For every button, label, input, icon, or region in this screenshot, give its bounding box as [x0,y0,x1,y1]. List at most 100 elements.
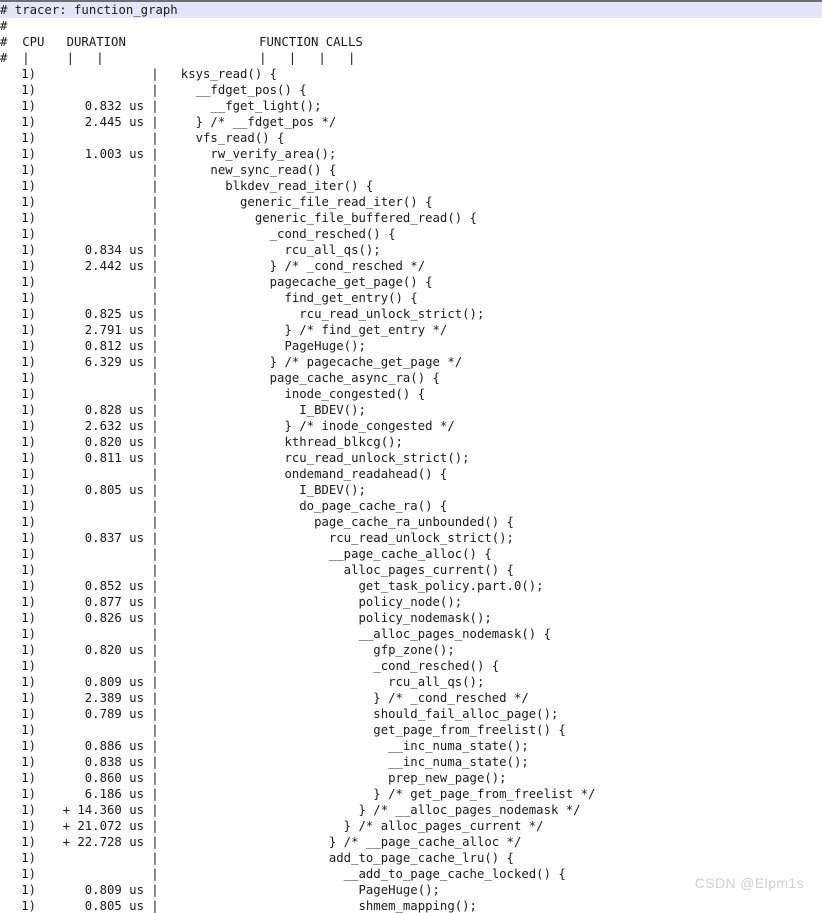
ftrace-output-panel: # tracer: function_graph # # CPU DURATIO… [0,0,822,913]
trace-row-separator: | [151,387,159,401]
trace-row: 1) 0.886 us | __inc_numa_state(); [0,738,822,754]
trace-row: 1) | find_get_entry() { [0,290,822,306]
trace-row-cpu: 1) [21,515,36,529]
trace-row: 1) | _cond_resched() { [0,658,822,674]
trace-row-separator: | [151,611,159,625]
trace-row-duration: 0.820 us [84,643,144,657]
trace-row-function: page_cache_ra_unbounded() { [166,515,514,529]
trace-row-function: do_page_cache_ra() { [166,499,448,513]
trace-row-cpu: 1) [21,835,36,849]
trace-row-separator: | [151,371,159,385]
trace-row: 1) 0.826 us | policy_nodemask(); [0,610,822,626]
trace-row-duration: + 21.072 us [62,819,144,833]
trace-row-duration: 2.389 us [84,691,144,705]
trace-row-cpu: 1) [21,339,36,353]
trace-row-function: page_cache_async_ra() { [166,371,440,385]
trace-row-duration: 0.809 us [84,675,144,689]
trace-row-separator: | [151,739,159,753]
trace-row: 1) | page_cache_ra_unbounded() { [0,514,822,530]
trace-row-function: rcu_all_qs(); [166,243,381,257]
trace-row-cpu: 1) [21,307,36,321]
trace-row: 1) 0.820 us | kthread_blkcg(); [0,434,822,450]
trace-row-cpu: 1) [21,611,36,625]
trace-row-function: find_get_entry() { [166,291,418,305]
trace-row-function: } /* __page_cache_alloc */ [166,835,522,849]
trace-row: 1) 2.791 us | } /* find_get_entry */ [0,322,822,338]
trace-row-separator: | [151,307,159,321]
trace-row-function: } /* __fdget_pos */ [166,115,337,129]
trace-row-separator: | [151,67,159,81]
trace-row-separator: | [151,451,159,465]
trace-row: 1) 2.389 us | } /* _cond_resched */ [0,690,822,706]
trace-row-separator: | [151,419,159,433]
trace-row-function: } /* __alloc_pages_nodemask */ [166,803,581,817]
trace-row-duration: 0.809 us [84,883,144,897]
trace-row: 1) | inode_congested() { [0,386,822,402]
trace-row-cpu: 1) [21,195,36,209]
trace-row-cpu: 1) [21,163,36,177]
trace-row-function: policy_node(); [166,595,463,609]
trace-row-separator: | [151,803,159,817]
trace-row-cpu: 1) [21,419,36,433]
trace-row-cpu: 1) [21,771,36,785]
trace-row-function: rcu_read_unlock_strict(); [166,451,470,465]
trace-row: 1) | page_cache_async_ra() { [0,370,822,386]
trace-row-function: } /* _cond_resched */ [166,691,529,705]
trace-row-duration: 6.186 us [84,787,144,801]
trace-row: 1) 0.837 us | rcu_read_unlock_strict(); [0,530,822,546]
trace-row: 1) | ondemand_readahead() { [0,466,822,482]
trace-row-duration: + 22.728 us [62,835,144,849]
trace-row-cpu: 1) [21,691,36,705]
trace-row-separator: | [151,435,159,449]
trace-row-separator: | [151,707,159,721]
trace-row: 1) | pagecache_get_page() { [0,274,822,290]
trace-row-duration: 0.877 us [84,595,144,609]
trace-row-cpu: 1) [21,883,36,897]
trace-row-separator: | [151,515,159,529]
trace-row-function: generic_file_buffered_read() { [166,211,477,225]
trace-row-function: blkdev_read_iter() { [166,179,374,193]
trace-row-separator: | [151,627,159,641]
trace-row-cpu: 1) [21,179,36,193]
trace-row: 1) 0.828 us | I_BDEV(); [0,402,822,418]
trace-row-cpu: 1) [21,803,36,817]
trace-row-function: } /* pagecache_get_page */ [166,355,463,369]
trace-row-function: generic_file_read_iter() { [166,195,433,209]
trace-row-cpu: 1) [21,659,36,673]
trace-row-function: I_BDEV(); [166,483,366,497]
trace-row: 1) 2.445 us | } /* __fdget_pos */ [0,114,822,130]
trace-row-cpu: 1) [21,899,36,913]
trace-row-separator: | [151,819,159,833]
trace-row-separator: | [151,595,159,609]
trace-row: 1) | __alloc_pages_nodemask() { [0,626,822,642]
trace-row-function: shmem_mapping(); [166,899,477,913]
trace-row-duration: 0.834 us [84,243,144,257]
trace-row-function: get_page_from_freelist() { [166,723,566,737]
trace-row-function: I_BDEV(); [166,403,366,417]
trace-row-cpu: 1) [21,355,36,369]
trace-row-function: gfp_zone(); [166,643,455,657]
trace-row: 1) 0.812 us | PageHuge(); [0,338,822,354]
trace-row-cpu: 1) [21,131,36,145]
trace-row-separator: | [151,851,159,865]
trace-row-duration: 0.820 us [84,435,144,449]
column-rule-line: # | | | | | | | [0,51,356,65]
trace-row: 1) 0.838 us | __inc_numa_state(); [0,754,822,770]
trace-row-duration: 0.886 us [84,739,144,753]
trace-row-function: inode_congested() { [166,387,426,401]
trace-row-separator: | [151,99,159,113]
trace-row-separator: | [151,131,159,145]
trace-row-function: PageHuge(); [166,339,366,353]
trace-row-duration: 2.791 us [84,323,144,337]
trace-row-function: _cond_resched() { [166,659,500,673]
trace-row-cpu: 1) [21,755,36,769]
trace-row-separator: | [151,83,159,97]
trace-row-function: get_task_policy.part.0(); [166,579,544,593]
trace-row-function: ksys_read() { [166,67,278,81]
trace-row-function: } /* _cond_resched */ [166,259,426,273]
trace-row: 1) 0.789 us | should_fail_alloc_page(); [0,706,822,722]
trace-row: 1) | ksys_read() { [0,66,822,82]
trace-row-cpu: 1) [21,291,36,305]
trace-row-cpu: 1) [21,867,36,881]
trace-row-duration: 0.812 us [84,339,144,353]
